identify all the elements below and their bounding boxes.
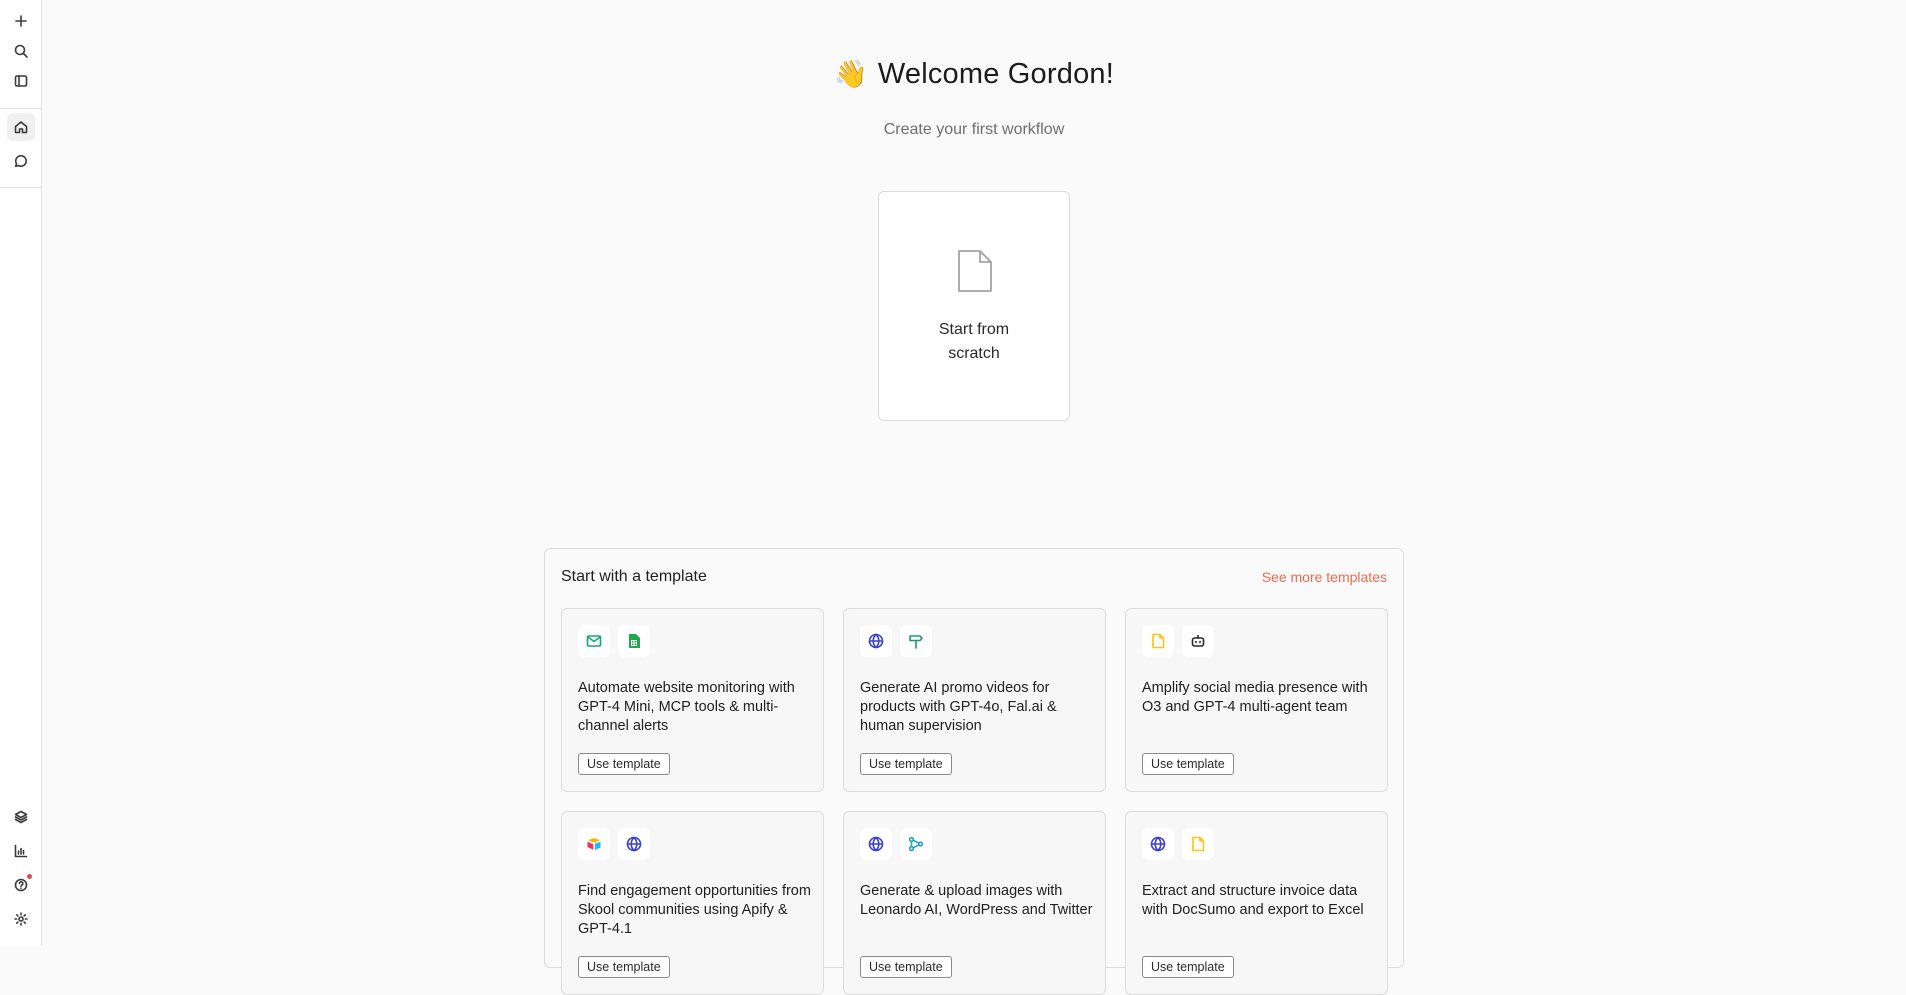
sidebar-item-settings[interactable] [7, 905, 35, 933]
search-button[interactable] [7, 37, 35, 65]
welcome-text: Welcome Gordon! [877, 58, 1114, 90]
airtable-icon [578, 828, 610, 860]
mail-icon [578, 625, 610, 657]
start-from-scratch-card[interactable]: Start from scratch [878, 191, 1070, 421]
notification-dot [27, 874, 32, 879]
globe-icon [1142, 828, 1174, 860]
globe-icon [860, 828, 892, 860]
sidebar-toggle-icon [14, 75, 28, 87]
signpost-icon [900, 625, 932, 657]
page-subtitle: Create your first workflow [883, 121, 1065, 138]
template-title: Automate website monitoring with GPT-4 M… [578, 680, 795, 734]
wave-emoji: 👋 [833, 59, 868, 89]
chat-icon [14, 154, 27, 168]
template-title: Amplify social media presence with O3 an… [1142, 680, 1368, 715]
use-template-button[interactable]: Use template [1142, 753, 1234, 775]
template-card[interactable]: Extract and structure invoice data with … [1125, 811, 1388, 995]
template-card[interactable]: Amplify social media presence with O3 an… [1125, 608, 1388, 792]
new-button[interactable] [7, 7, 35, 35]
template-title: Generate & upload images with Leonardo A… [860, 883, 1093, 918]
template-title: Find engagement opportunities from Skool… [578, 883, 811, 937]
page-title: 👋 Welcome Gordon! [42, 58, 1906, 91]
scratch-label-line2: scratch [948, 345, 1000, 362]
scratch-label-line1: Start from [938, 321, 1010, 338]
see-more-templates-link[interactable]: See more templates [1262, 569, 1387, 585]
templates-heading: Start with a template [561, 568, 707, 585]
plus-icon [15, 15, 27, 27]
sidebar-item-help[interactable] [7, 871, 35, 899]
sticky-note-icon [1182, 828, 1214, 860]
sidebar-divider [0, 108, 41, 109]
use-template-button[interactable]: Use template [578, 753, 670, 775]
template-card[interactable]: Generate & upload images with Leonardo A… [843, 811, 1106, 995]
sidebar-divider [0, 187, 41, 188]
robot-icon [1182, 625, 1214, 657]
sticky-note-icon [1142, 625, 1174, 657]
layers-icon [14, 810, 28, 824]
analytics-icon [14, 844, 28, 858]
workflow-icon [900, 828, 932, 860]
main-content: 👋 Welcome Gordon! Create your first workf… [42, 0, 1906, 995]
help-icon [14, 878, 28, 892]
templates-panel: Start with a template See more templates… [544, 548, 1404, 995]
home-icon [14, 121, 28, 134]
globe-icon [618, 828, 650, 860]
start-from-scratch-label: Start from scratch [879, 318, 1069, 366]
settings-icon [14, 912, 28, 926]
use-template-button[interactable]: Use template [578, 956, 670, 978]
sidebar-item-layers[interactable] [7, 803, 35, 831]
template-title: Generate AI promo videos for products wi… [860, 680, 1057, 734]
google-sheets-icon [618, 625, 650, 657]
sidebar [0, 0, 42, 945]
use-template-button[interactable]: Use template [860, 753, 952, 775]
use-template-button[interactable]: Use template [860, 956, 952, 978]
template-card[interactable]: Generate AI promo videos for products wi… [843, 608, 1106, 792]
search-icon [14, 44, 28, 58]
sidebar-item-chat[interactable] [7, 147, 35, 175]
file-icon [956, 248, 994, 294]
template-title: Extract and structure invoice data with … [1142, 883, 1364, 918]
template-card[interactable]: Find engagement opportunities from Skool… [561, 811, 824, 995]
sidebar-toggle-button[interactable] [7, 67, 35, 95]
use-template-button[interactable]: Use template [1142, 956, 1234, 978]
template-card[interactable]: Automate website monitoring with GPT-4 M… [561, 608, 824, 792]
sidebar-item-home[interactable] [7, 113, 35, 141]
globe-icon [860, 625, 892, 657]
sidebar-item-analytics[interactable] [7, 837, 35, 865]
